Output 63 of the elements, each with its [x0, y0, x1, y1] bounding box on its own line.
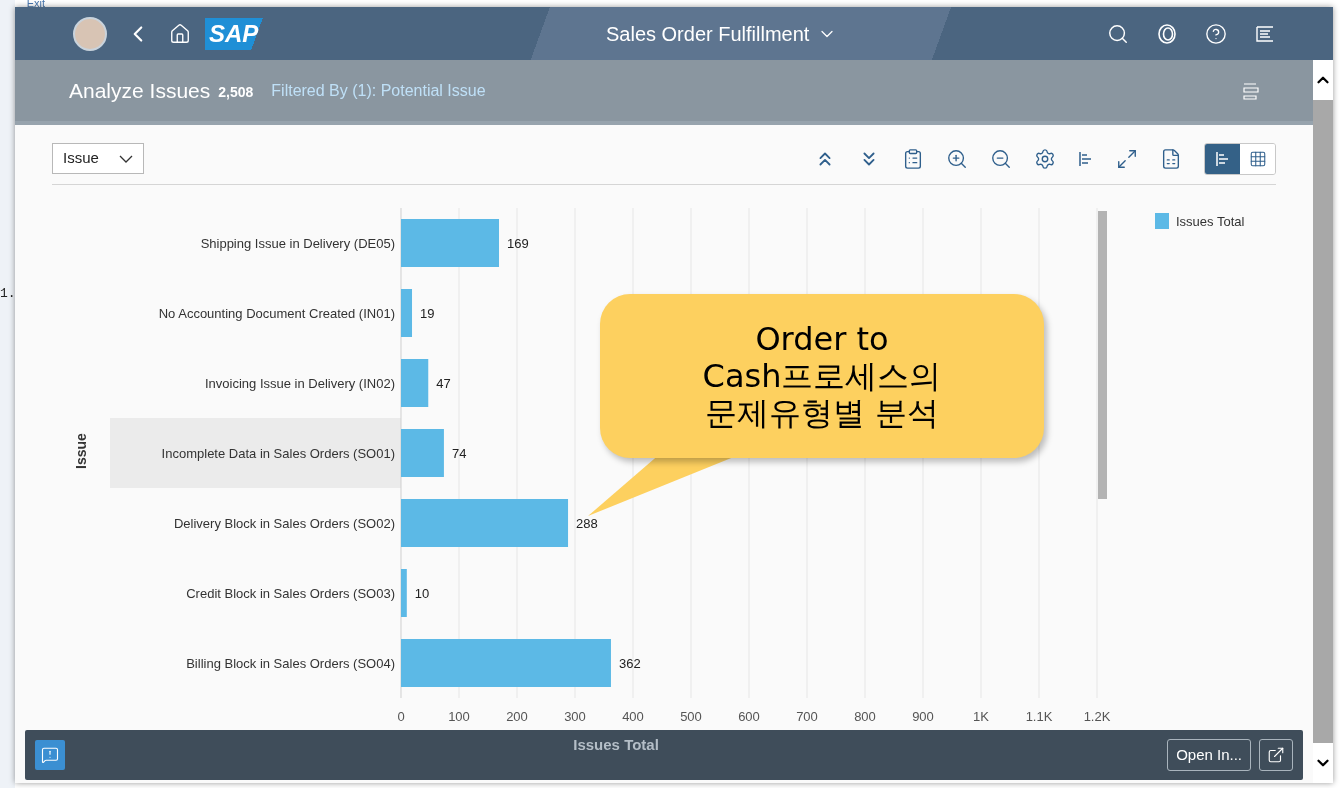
- dimension-select[interactable]: Issue: [52, 143, 144, 174]
- zoom-out-icon[interactable]: [990, 147, 1012, 170]
- open-in-button[interactable]: Open In...: [1167, 739, 1251, 771]
- help-icon[interactable]: [1205, 22, 1227, 45]
- background-text: 1.: [0, 285, 15, 303]
- category-label: Delivery Block in Sales Orders (SO02): [173, 516, 395, 531]
- spreadsheet-icon[interactable]: [1160, 147, 1182, 170]
- category-label: Billing Block in Sales Orders (SO04): [186, 656, 395, 671]
- share-button[interactable]: [1259, 739, 1293, 771]
- axis-tick-label: 800: [854, 709, 876, 723]
- messages-button[interactable]: [35, 740, 65, 770]
- page-scrollbar[interactable]: [1313, 60, 1333, 783]
- legend-swatch: [1155, 213, 1169, 229]
- chevron-down-icon: [119, 154, 133, 163]
- bar-chart-icon: [1078, 150, 1094, 167]
- axis-tick-label: 900: [912, 709, 934, 723]
- settings-icon[interactable]: [1034, 147, 1056, 170]
- value-label: 19: [420, 306, 435, 321]
- value-label: 362: [618, 656, 641, 671]
- axis-tick-label: 200: [506, 709, 528, 723]
- background-link[interactable]: Exit: [26, 0, 45, 8]
- axis-tick-label: 500: [680, 709, 702, 723]
- axis-tick-label: 0: [397, 709, 405, 723]
- callout-text: Cash프로세스의: [702, 357, 942, 395]
- table-icon: [1248, 149, 1267, 168]
- bar-chart-icon: [1214, 150, 1231, 167]
- value-label: 288: [576, 516, 598, 531]
- category-label: Incomplete Data in Sales Orders (SO01): [161, 446, 395, 461]
- axis-tick-label: 100: [448, 709, 470, 723]
- axis-tick-label: 1.2K: [1083, 709, 1111, 723]
- axis-title: Issues Total: [573, 734, 659, 755]
- chart-scroll-thumb[interactable]: [1098, 211, 1107, 499]
- category-label: Shipping Issue in Delivery (DE05): [200, 236, 395, 251]
- axis-tick-label: 600: [738, 709, 760, 723]
- category-label: No Accounting Document Created (IN01): [158, 306, 395, 321]
- fullscreen-icon[interactable]: [1116, 147, 1138, 170]
- share-icon: [1267, 746, 1285, 764]
- callout-text: Order to: [755, 320, 889, 358]
- chart-view-toggle[interactable]: [1205, 143, 1240, 174]
- value-label: 74: [451, 446, 467, 461]
- table-view-toggle[interactable]: [1240, 143, 1275, 174]
- home-icon[interactable]: [169, 22, 191, 45]
- category-label: Credit Block in Sales Orders (SO03): [186, 586, 395, 601]
- axis-title: Issue: [73, 433, 89, 469]
- page-title: Analyze Issues: [69, 77, 211, 104]
- search-icon[interactable]: [1107, 22, 1129, 45]
- legend-label: Issues Total: [1176, 214, 1245, 229]
- category-label: Invoicing Issue in Delivery (IN02): [204, 376, 395, 391]
- axis-tick-label: 300: [564, 709, 586, 723]
- axis-tick-label: 1.1K: [1025, 709, 1053, 723]
- axis-tick-label: 400: [622, 709, 644, 723]
- item-count: 2,508: [218, 83, 254, 102]
- value-label: 10: [414, 586, 430, 601]
- zoom-in-icon[interactable]: [946, 147, 968, 170]
- axis-tick-label: 1K: [973, 709, 989, 723]
- callout-text: 문제유형별 분석: [704, 394, 940, 432]
- axis-tick-label: 700: [796, 709, 818, 723]
- app-title-menu[interactable]: Sales Order Fulfillment: [605, 18, 838, 49]
- value-label: 169: [507, 236, 529, 251]
- details-icon[interactable]: [902, 147, 924, 170]
- message-warning-icon: [41, 746, 59, 764]
- value-label: 47: [436, 376, 451, 391]
- avatar[interactable]: [73, 16, 107, 51]
